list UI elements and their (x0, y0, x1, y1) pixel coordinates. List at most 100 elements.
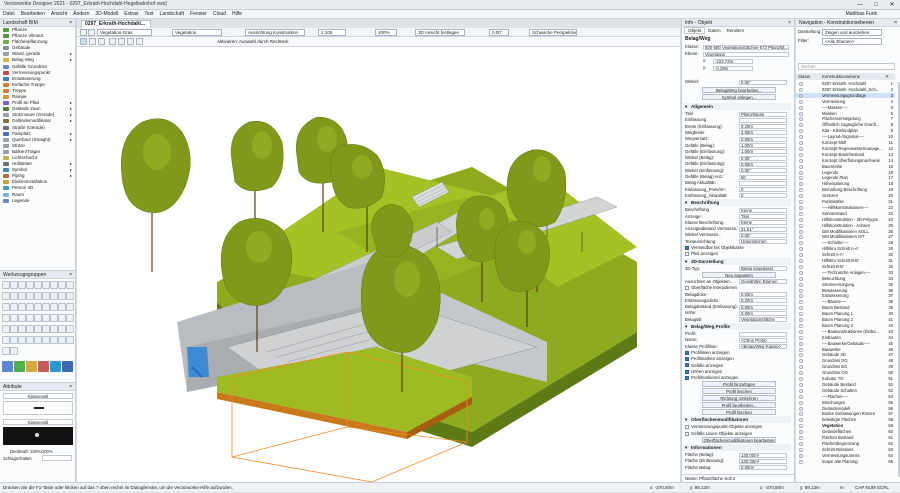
layer-row[interactable]: Legende Plan 17 (796, 175, 895, 181)
layer-row[interactable]: Konzept Müll 11 (796, 140, 895, 145)
visibility-icon[interactable] (799, 312, 803, 317)
number-header[interactable]: # (886, 73, 888, 80)
property-field[interactable]: 0.03m (739, 292, 787, 297)
tool-button[interactable] (66, 303, 74, 311)
layer-row[interactable]: Boden Einfassungen Rinnen 57 (796, 411, 895, 417)
layer-row[interactable]: GM Modifikationen SOLL 26 (796, 229, 895, 234)
tool-button[interactable] (50, 303, 58, 311)
section-header[interactable]: Belag/Weg Profile (683, 323, 791, 330)
toolset-button[interactable] (2, 361, 13, 372)
visibility-icon[interactable] (799, 241, 803, 246)
close-icon[interactable]: × (69, 383, 72, 391)
tool-button[interactable] (2, 336, 10, 344)
layer-row[interactable]: Schnitt Relations 63 (796, 447, 895, 452)
visibility-icon[interactable] (799, 318, 803, 322)
visibility-icon[interactable] (799, 188, 803, 193)
minimize-button[interactable]: — (852, 0, 868, 10)
layer-row[interactable]: Grundriss OG 50 (796, 370, 895, 376)
layer-row[interactable]: Höhenplanung 18 (796, 181, 895, 187)
visibility-icon[interactable] (799, 347, 803, 352)
visibility-icon[interactable] (799, 93, 803, 98)
3d-model-view[interactable] (77, 47, 680, 483)
tool-button[interactable] (58, 292, 66, 300)
section-header[interactable]: 3D-Darstellung (683, 257, 791, 265)
visibility-icon[interactable] (799, 430, 803, 435)
property-field[interactable]: 0.00m (739, 136, 787, 142)
close-icon[interactable]: × (894, 19, 897, 27)
tool-button[interactable] (42, 292, 50, 300)
visibility-icon[interactable] (799, 105, 803, 110)
tool-button[interactable] (34, 325, 42, 333)
visibility-icon[interactable] (799, 270, 803, 275)
user-name[interactable]: Matthias Funk (843, 10, 880, 19)
tool-button[interactable] (26, 281, 34, 289)
layer-row[interactable]: Baum Planung 2 41 (796, 317, 895, 322)
layer-row[interactable]: Öffentlich zugängliche Grünfl... 8 (796, 122, 895, 128)
tool-button[interactable] (26, 325, 34, 333)
close-icon[interactable]: × (69, 19, 72, 27)
visibility-icon[interactable] (799, 453, 803, 458)
filter-dropdown[interactable]: <Alle Ebenen> (822, 38, 882, 45)
tool-button[interactable] (18, 314, 26, 322)
layer-row[interactable]: ----Bauwerke/Gebäude---- 45 (796, 341, 895, 346)
layer-row[interactable]: Vermessungsumriss 64 (796, 453, 895, 458)
tool-button[interactable] (66, 336, 74, 344)
checkbox-row[interactable]: Pfeil anzeigen (685, 251, 791, 257)
tool-button[interactable] (18, 336, 26, 344)
layer-row[interactable]: Geländeflächen 60 (796, 429, 895, 435)
tool-button[interactable] (42, 325, 50, 333)
create-symbol-button[interactable]: Symbol anlegen... (702, 94, 776, 100)
property-field[interactable]: 0 (739, 187, 787, 193)
property-field[interactable]: Keine (739, 220, 787, 226)
layer-row[interactable]: Legende 16 (796, 170, 895, 175)
layer-row[interactable]: Schnitt B-B' 32 (796, 264, 895, 269)
menu-item[interactable]: Cloud (210, 10, 229, 19)
tool-button[interactable] (2, 347, 10, 355)
layer-row[interactable]: Entwässerung 37 (796, 293, 895, 299)
layer-row[interactable]: Baum Planung 1 40 (796, 311, 895, 317)
property-field[interactable]: 0.00° (739, 155, 787, 161)
toolset-button[interactable] (50, 361, 61, 372)
maximize-button[interactable]: □ (868, 0, 884, 10)
tool-button[interactable] (18, 325, 26, 333)
layer-row[interactable]: Massen 6 (796, 111, 895, 116)
edit-modifiers-button[interactable]: Oberflächenmodifikatoren bearbeiten (702, 437, 776, 443)
rotate-icon[interactable] (127, 38, 134, 45)
visibility-icon[interactable] (799, 424, 803, 429)
visibility-icon[interactable] (799, 194, 803, 199)
checkbox-row[interactable]: Gefälle anzeigen (685, 363, 791, 369)
layer-row[interactable]: Geländemodell 56 (796, 406, 895, 411)
layer-row[interactable]: Gebäude Schatten 53 (796, 388, 895, 393)
visibility-icon[interactable] (799, 235, 803, 240)
x-field[interactable]: -223.73m (713, 58, 753, 64)
visibility-icon[interactable] (799, 129, 803, 134)
visibility-icon[interactable] (799, 117, 803, 122)
tool-button[interactable] (18, 303, 26, 311)
layer-row[interactable]: Hilfskonstruktion - Achsen 25 (796, 223, 895, 228)
tool-button[interactable] (18, 281, 26, 289)
visibility-icon[interactable] (799, 400, 803, 405)
property-field[interactable]: Gewählten Ebenen (739, 279, 787, 285)
tool-button[interactable] (50, 292, 58, 300)
layer-row[interactable]: ----Baukonstruktionen (Einba... 43 (796, 329, 895, 334)
checkbox[interactable] (685, 425, 689, 430)
layer-row[interactable]: Stromversorgung 35 (796, 282, 895, 287)
layer-row[interactable]: Hilfskru Schnitt A-A' 29 (796, 246, 895, 252)
display-dropdown[interactable]: Zeigen und ausziehen (822, 29, 882, 36)
property-field[interactable]: <Ohne Profil> (739, 337, 787, 343)
checkbox[interactable] (685, 363, 689, 368)
tool-button[interactable] (18, 292, 26, 300)
property-field[interactable]: 0.00m (739, 304, 787, 310)
tool-button[interactable] (10, 303, 18, 311)
class-dropdown[interactable]: Vegetation-Gras (97, 29, 152, 36)
layer-row[interactable]: Kubatur TG 51 (796, 376, 895, 381)
property-field[interactable]: 50 (739, 174, 787, 180)
footer-name-field[interactable]: Pflanzfläche Soll 2 (699, 476, 735, 481)
visibility-icon[interactable] (799, 264, 803, 269)
visibility-icon[interactable] (799, 406, 803, 411)
tool-button[interactable] (10, 347, 18, 355)
refit-button[interactable]: Neu anpassen (702, 271, 776, 278)
visibility-icon[interactable] (799, 87, 803, 92)
layer-row[interactable]: 0297 Erkrath- Hochdahl 1 (796, 81, 895, 86)
profile-button[interactable]: Profil löschen (702, 409, 776, 416)
